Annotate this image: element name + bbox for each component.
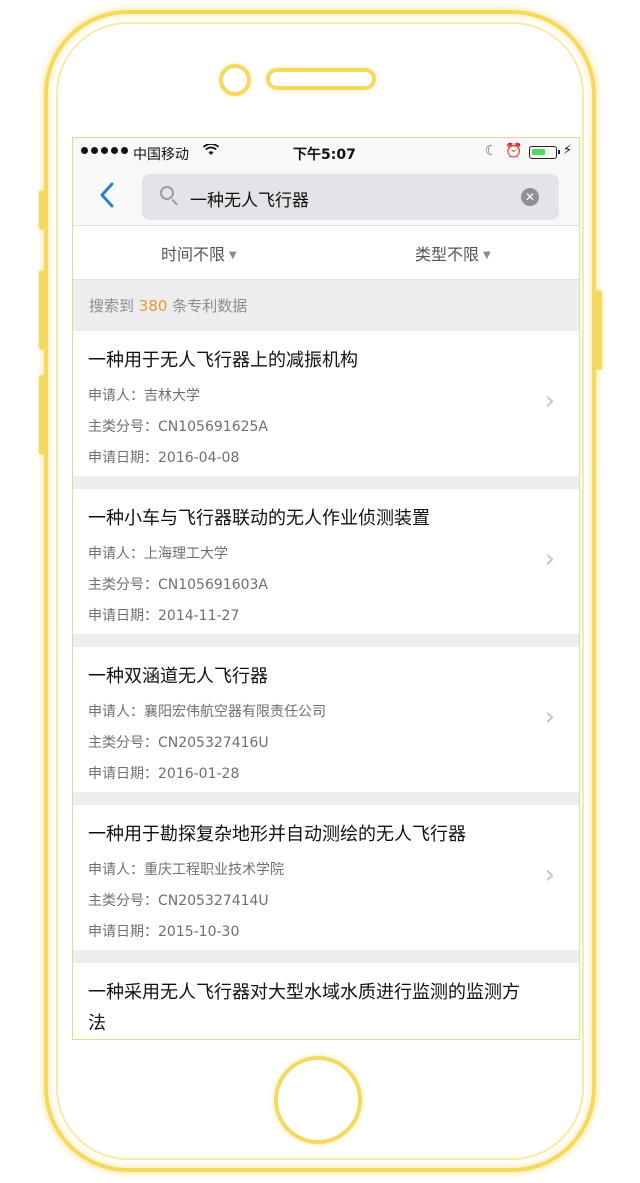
result-class-number: 主类分号：CN105691625A: [88, 419, 268, 435]
result-applicant: 申请人：重庆工程职业技术学院: [88, 862, 284, 878]
result-count: 搜索到 380 条专利数据: [89, 295, 247, 316]
result-item[interactable]: 一种用于无人飞行器上的减振机构 申请人：吉林大学 主类分号：CN10569162…: [73, 331, 579, 476]
volume-up-button: [39, 270, 45, 350]
power-button: [596, 290, 602, 370]
battery-icon: [529, 146, 560, 159]
volume-down-button: [39, 375, 45, 455]
clear-icon[interactable]: ✕: [521, 188, 539, 206]
phone-screen: 中国移动 下午5:07 ☾ ⏰ ⚡ 一种无人飞行器 ✕ 时间不限 ▼ 类型不限 ▼ …: [72, 137, 580, 1040]
result-class-number: 主类分号：CN205327416U: [88, 735, 269, 751]
result-title: 一种用于无人飞行器上的减振机构: [88, 350, 358, 371]
chevron-down-icon: ▼: [483, 250, 491, 261]
filter-bar: 时间不限 ▼ 类型不限 ▼: [73, 226, 579, 280]
alarm-icon: ⏰: [505, 143, 523, 159]
chevron-right-icon: ›: [544, 702, 555, 732]
home-button[interactable]: [274, 1056, 362, 1144]
result-title: 一种小车与飞行器联动的无人作业侦测装置: [88, 508, 430, 529]
search-icon: [160, 186, 174, 200]
navigation-bar: 一种无人飞行器 ✕: [73, 168, 579, 226]
result-item[interactable]: 一种用于勘探复杂地形并自动测绘的无人飞行器 申请人：重庆工程职业技术学院 主类分…: [73, 805, 579, 950]
chevron-right-icon: ›: [544, 860, 555, 890]
result-item[interactable]: 一种双涵道无人飞行器 申请人：襄阳宏伟航空器有限责任公司 主类分号：CN2053…: [73, 647, 579, 792]
front-camera: [219, 64, 251, 96]
result-title: 一种双涵道无人飞行器: [88, 666, 268, 687]
result-applicant: 申请人：吉林大学: [88, 388, 200, 404]
result-count-prefix: 搜索到: [89, 297, 139, 315]
charging-icon: ⚡: [563, 143, 573, 158]
result-title: 一种采用无人飞行器对大型水域水质进行监测的监测方法: [88, 982, 520, 1034]
earpiece-speaker: [266, 68, 376, 90]
type-filter-label: 类型不限: [415, 245, 480, 264]
time-filter-label: 时间不限: [161, 245, 226, 264]
time-filter-dropdown[interactable]: 时间不限 ▼: [161, 241, 237, 265]
result-date: 申请日期：2014-11-27: [88, 608, 240, 624]
result-date: 申请日期：2015-10-30: [88, 924, 240, 940]
result-date: 申请日期：2016-04-08: [88, 450, 240, 466]
chevron-down-icon: ▼: [229, 250, 237, 261]
result-date: 申请日期：2016-01-28: [88, 766, 240, 782]
search-input[interactable]: 一种无人飞行器 ✕: [142, 174, 559, 220]
result-count-number: 380: [138, 297, 168, 315]
wifi-icon: [202, 143, 220, 160]
result-count-suffix: 条专利数据: [167, 297, 248, 315]
signal-strength-icon: [81, 147, 128, 154]
mute-switch: [39, 190, 45, 230]
status-bar: 中国移动 下午5:07 ☾ ⏰ ⚡: [73, 138, 579, 168]
result-item[interactable]: 一种小车与飞行器联动的无人作业侦测装置 申请人：上海理工大学 主类分号：CN10…: [73, 489, 579, 634]
carrier-name: 中国移动: [133, 147, 189, 163]
result-applicant: 申请人：襄阳宏伟航空器有限责任公司: [88, 704, 326, 720]
status-time: 下午5:07: [293, 147, 356, 163]
result-item[interactable]: 一种采用无人飞行器对大型水域水质进行监测的监测方法: [73, 963, 579, 1039]
back-button[interactable]: [99, 178, 115, 216]
chevron-right-icon: ›: [544, 544, 555, 574]
search-query: 一种无人飞行器: [190, 191, 309, 211]
chevron-right-icon: ›: [544, 386, 555, 416]
result-applicant: 申请人：上海理工大学: [88, 546, 228, 562]
result-class-number: 主类分号：CN105691603A: [88, 577, 268, 593]
do-not-disturb-icon: ☾: [485, 143, 498, 159]
result-class-number: 主类分号：CN205327414U: [88, 893, 269, 909]
result-title: 一种用于勘探复杂地形并自动测绘的无人飞行器: [88, 824, 466, 845]
type-filter-dropdown[interactable]: 类型不限 ▼: [415, 241, 491, 265]
